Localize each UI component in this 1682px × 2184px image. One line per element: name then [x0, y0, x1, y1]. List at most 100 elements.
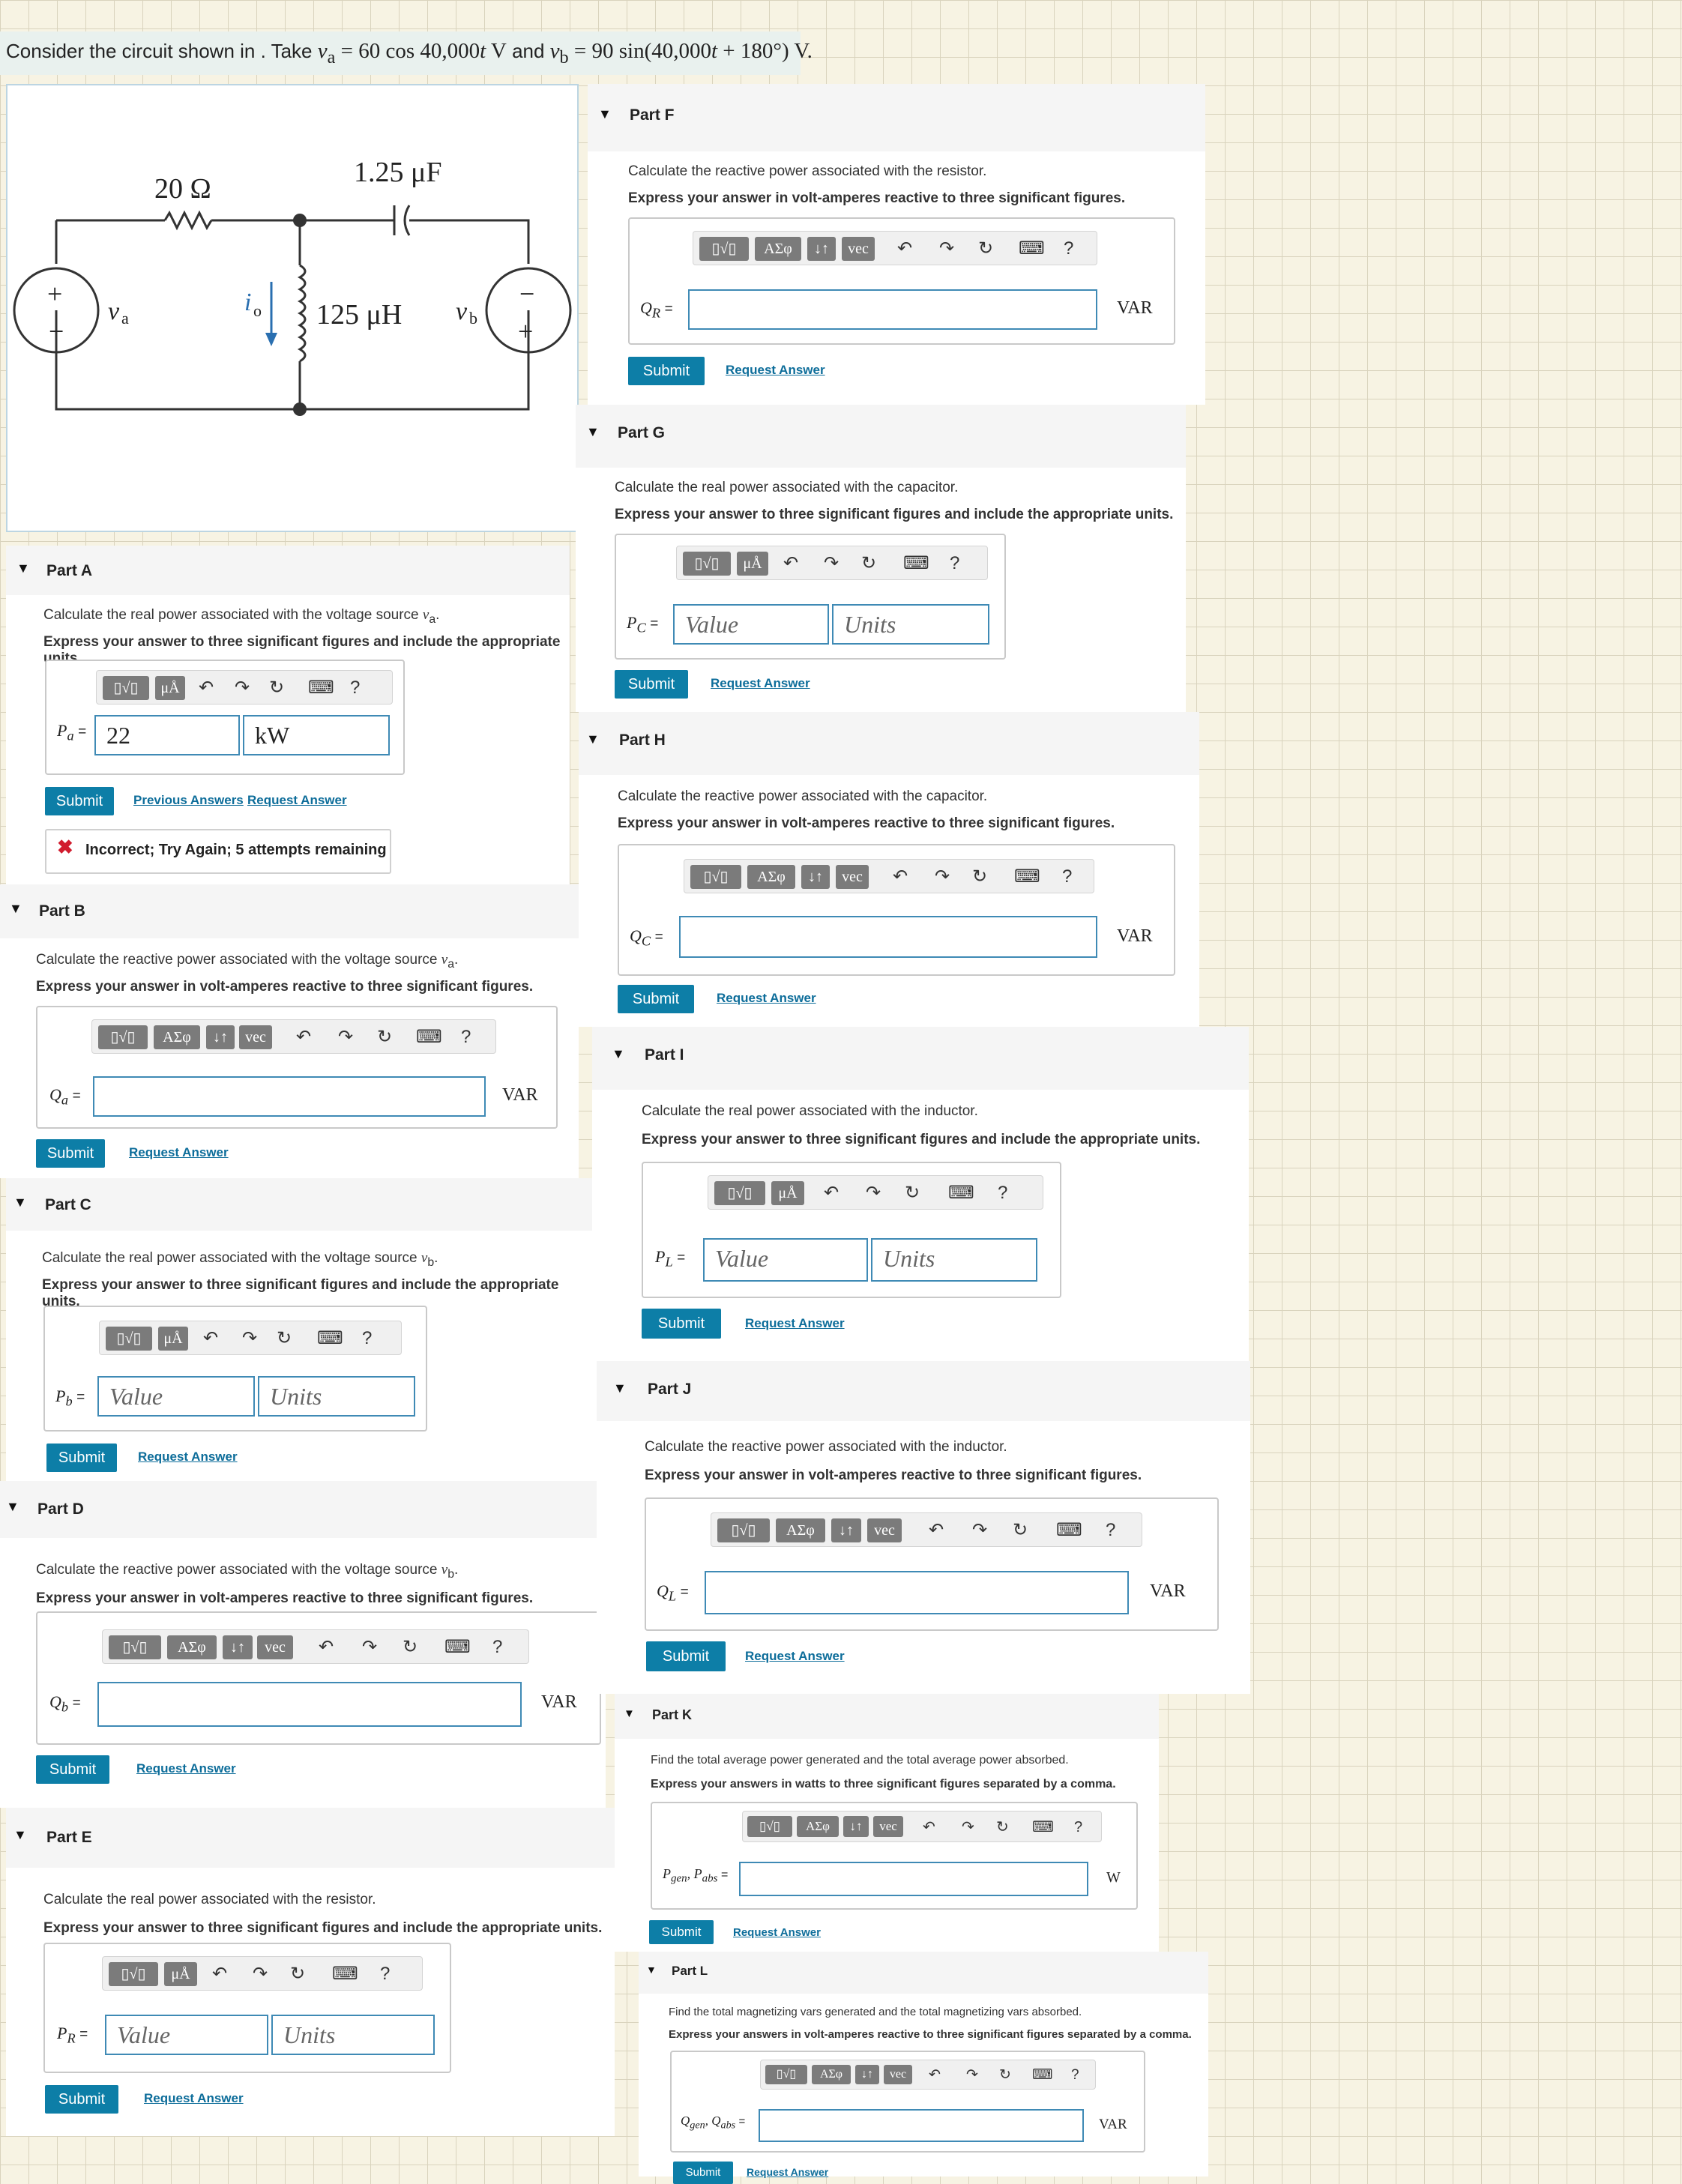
units-button[interactable]: μÅ: [155, 676, 185, 700]
answer-input[interactable]: [739, 1862, 1088, 1896]
redo-icon[interactable]: ↷: [338, 1026, 353, 1049]
units-button[interactable]: μÅ: [771, 1181, 804, 1205]
collapse-triangle-icon[interactable]: ▼: [646, 1964, 657, 1976]
redo-icon[interactable]: ↷: [253, 1963, 268, 1985]
collapse-triangle-icon[interactable]: ▼: [6, 1499, 19, 1515]
help-icon[interactable]: ?: [1074, 1816, 1082, 1838]
answer-input[interactable]: [679, 916, 1097, 958]
submit-button[interactable]: Submit: [45, 787, 114, 815]
value-input[interactable]: Value: [703, 1238, 868, 1282]
request-answer-link[interactable]: Request Answer: [745, 1649, 845, 1664]
value-input[interactable]: 22: [94, 715, 240, 755]
templates-button[interactable]: ▯√▯: [714, 1181, 765, 1205]
redo-icon[interactable]: ↷: [362, 1636, 377, 1659]
templates-button[interactable]: ▯√▯: [109, 1962, 158, 1986]
request-answer-link[interactable]: Request Answer: [129, 1145, 229, 1160]
help-icon[interactable]: ?: [1062, 866, 1072, 888]
request-answer-link[interactable]: Request Answer: [733, 1926, 821, 1939]
collapse-triangle-icon[interactable]: ▼: [9, 901, 22, 917]
vector-button[interactable]: vec: [867, 1518, 902, 1542]
units-input[interactable]: Units: [871, 1238, 1037, 1282]
vector-button[interactable]: vec: [257, 1635, 293, 1659]
collapse-triangle-icon[interactable]: ▼: [13, 1827, 27, 1843]
collapse-triangle-icon[interactable]: ▼: [624, 1707, 635, 1720]
undo-icon[interactable]: ↶: [212, 1963, 227, 1985]
swap-button[interactable]: ↓↑: [223, 1635, 253, 1659]
undo-icon[interactable]: ↶: [897, 238, 912, 260]
submit-button[interactable]: Submit: [628, 357, 705, 385]
request-answer-link[interactable]: Request Answer: [144, 2091, 244, 2106]
collapse-triangle-icon[interactable]: ▼: [612, 1046, 625, 1062]
answer-input[interactable]: [93, 1076, 486, 1117]
greek-button[interactable]: ΑΣφ: [167, 1635, 217, 1659]
reset-icon[interactable]: ↻: [403, 1636, 418, 1659]
collapse-triangle-icon[interactable]: ▼: [598, 106, 612, 122]
units-button[interactable]: μÅ: [164, 1962, 197, 1986]
collapse-triangle-icon[interactable]: ▼: [586, 424, 600, 440]
keyboard-icon[interactable]: ⌨: [416, 1026, 442, 1049]
units-input[interactable]: kW: [243, 715, 390, 755]
keyboard-icon[interactable]: ⌨: [444, 1636, 471, 1659]
templates-button[interactable]: ▯√▯: [747, 1816, 792, 1837]
value-input[interactable]: Value: [673, 604, 829, 645]
templates-button[interactable]: ▯√▯: [683, 552, 731, 576]
part-j-header[interactable]: ▼ Part J: [597, 1361, 1250, 1421]
undo-icon[interactable]: ↶: [824, 1182, 839, 1204]
templates-button[interactable]: ▯√▯: [103, 676, 149, 700]
redo-icon[interactable]: ↷: [824, 552, 839, 575]
submit-button[interactable]: Submit: [673, 2162, 733, 2184]
undo-icon[interactable]: ↶: [296, 1026, 311, 1049]
help-icon[interactable]: ?: [380, 1963, 390, 1985]
part-d-header[interactable]: ▼ Part D: [0, 1481, 606, 1538]
units-input[interactable]: Units: [832, 604, 989, 645]
templates-button[interactable]: ▯√▯: [98, 1025, 148, 1049]
redo-icon[interactable]: ↷: [235, 677, 250, 699]
redo-icon[interactable]: ↷: [972, 1519, 987, 1542]
greek-button[interactable]: ΑΣφ: [755, 237, 801, 261]
reset-icon[interactable]: ↻: [1013, 1519, 1028, 1542]
part-a-header[interactable]: ▼ Part A: [6, 546, 570, 595]
redo-icon[interactable]: ↷: [935, 866, 950, 888]
submit-button[interactable]: Submit: [618, 985, 694, 1013]
templates-button[interactable]: ▯√▯: [109, 1635, 161, 1659]
help-icon[interactable]: ?: [950, 552, 959, 575]
redo-icon[interactable]: ↷: [966, 2064, 978, 2087]
vector-button[interactable]: vec: [884, 2065, 912, 2084]
redo-icon[interactable]: ↷: [939, 238, 954, 260]
reset-icon[interactable]: ↻: [905, 1182, 920, 1204]
swap-button[interactable]: ↓↑: [206, 1025, 235, 1049]
swap-button[interactable]: ↓↑: [855, 2065, 879, 2084]
submit-button[interactable]: Submit: [642, 1309, 721, 1339]
part-k-header[interactable]: ▼ Part K: [615, 1694, 1159, 1739]
keyboard-icon[interactable]: ⌨: [1032, 1816, 1054, 1838]
help-icon[interactable]: ?: [461, 1026, 471, 1049]
vector-button[interactable]: vec: [239, 1025, 272, 1049]
help-icon[interactable]: ?: [1106, 1519, 1115, 1542]
submit-button[interactable]: Submit: [46, 1444, 117, 1472]
value-input[interactable]: Value: [97, 1376, 255, 1417]
part-e-header[interactable]: ▼ Part E: [6, 1808, 615, 1868]
previous-answers-link[interactable]: Previous Answers: [133, 793, 244, 808]
request-answer-link[interactable]: Request Answer: [711, 676, 810, 691]
swap-button[interactable]: ↓↑: [843, 1816, 869, 1837]
part-f-header[interactable]: ▼ Part F: [588, 84, 1205, 151]
units-button[interactable]: μÅ: [158, 1327, 188, 1351]
request-answer-link[interactable]: Request Answer: [136, 1761, 236, 1776]
part-g-header[interactable]: ▼ Part G: [576, 405, 1186, 468]
submit-button[interactable]: Submit: [45, 2085, 118, 2114]
answer-input[interactable]: [759, 2109, 1084, 2142]
keyboard-icon[interactable]: ⌨: [308, 677, 334, 699]
part-b-header[interactable]: ▼ Part B: [0, 884, 579, 938]
keyboard-icon[interactable]: ⌨: [948, 1182, 974, 1204]
vector-button[interactable]: vec: [836, 865, 869, 889]
keyboard-icon[interactable]: ⌨: [1014, 866, 1040, 888]
request-answer-link[interactable]: Request Answer: [745, 1316, 845, 1331]
answer-input[interactable]: [688, 289, 1097, 330]
request-answer-link[interactable]: Request Answer: [247, 793, 347, 808]
keyboard-icon[interactable]: ⌨: [1056, 1519, 1082, 1542]
keyboard-icon[interactable]: ⌨: [903, 552, 929, 575]
greek-button[interactable]: ΑΣφ: [797, 1816, 839, 1837]
units-input[interactable]: Units: [258, 1376, 415, 1417]
greek-button[interactable]: ΑΣφ: [812, 2065, 851, 2084]
collapse-triangle-icon[interactable]: ▼: [13, 1195, 27, 1210]
